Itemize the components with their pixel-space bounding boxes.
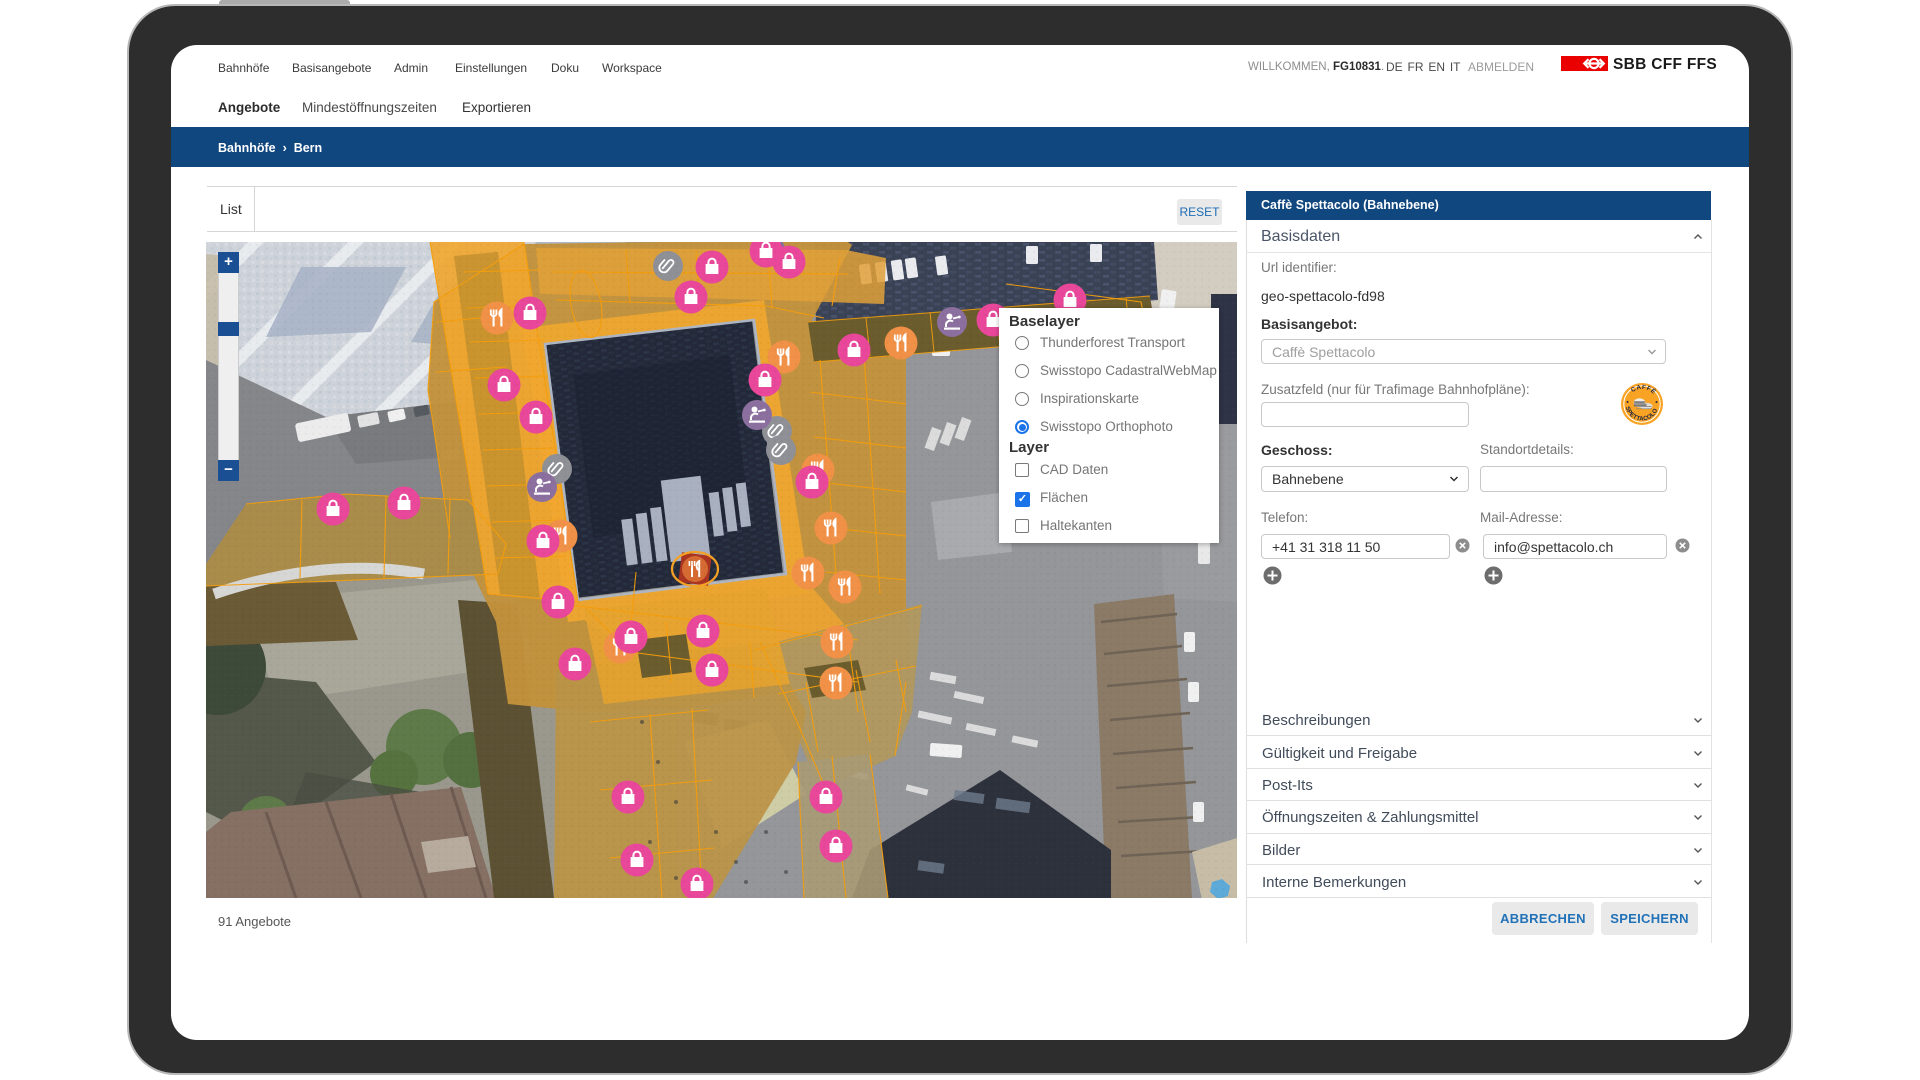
svg-text:SBB CFF FFS: SBB CFF FFS [1613, 56, 1717, 72]
